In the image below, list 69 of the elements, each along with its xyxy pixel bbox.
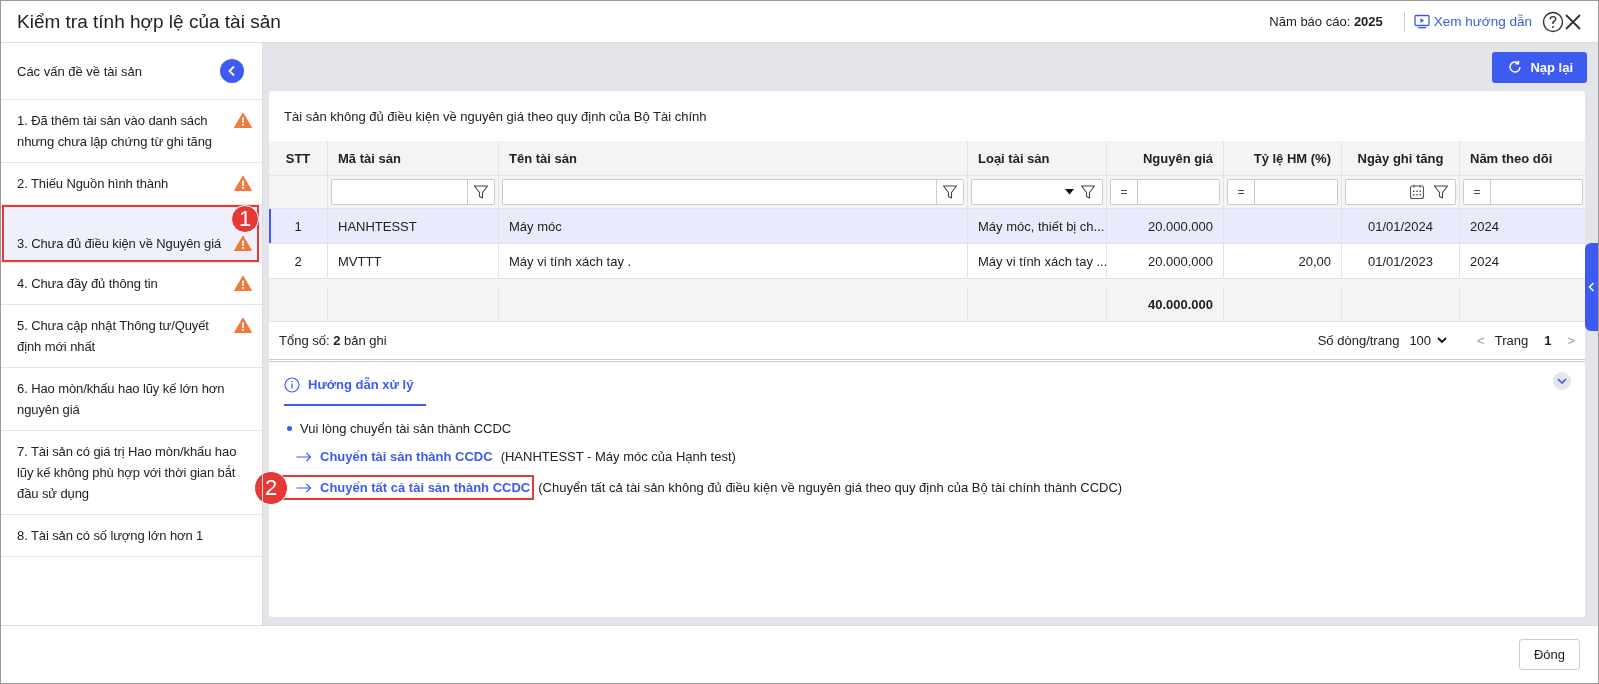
table-cell: 2024	[1470, 253, 1499, 269]
sidebar-title: Các vấn đề về tài sản	[17, 63, 143, 79]
reload-button[interactable]: Nạp lại	[1492, 51, 1587, 83]
filter-icon[interactable]	[1433, 184, 1449, 200]
sidebar-item[interactable]: 1. Đã thêm tài sản vào danh sách nhưng chưa lập chứng từ ghi tăng	[1, 99, 262, 162]
arrow-right-icon	[296, 451, 312, 462]
action-link[interactable]: Chuyển tất cả tài sản thành CCDC	[282, 475, 535, 500]
chevron-left-icon	[1588, 282, 1595, 292]
sidebar-item[interactable]: 6. Hao mòn/khấu hao lũy kế lớn hơn nguyên giá	[1, 367, 262, 430]
table-cell: 20.000.000	[1147, 218, 1213, 234]
refresh-icon	[1508, 60, 1523, 74]
filter-field[interactable]	[331, 179, 495, 205]
page-label: Trang	[1494, 333, 1529, 348]
sidebar-item[interactable]: 8. Tài sản có số lượng lớn hơn 1	[1, 514, 262, 557]
action-description: (Chuyển tất cả tài sản không đủ điều kiện về nguyên giá theo quy định của Bộ tài chính thành CCDC)	[538, 480, 1123, 495]
side-panel-handle[interactable]	[1585, 243, 1598, 331]
table-cell: 01/01/2024	[1367, 218, 1434, 234]
bullet-dot	[287, 426, 292, 431]
filter-icon[interactable]	[942, 184, 958, 200]
filter-field[interactable]: =	[1463, 179, 1583, 205]
collapse-button[interactable]	[220, 59, 244, 83]
step-marker: 2	[254, 470, 288, 505]
filter-icon[interactable]	[1080, 184, 1096, 200]
table-cell: 2	[294, 253, 302, 269]
table-cell: 20.000.000	[1147, 253, 1213, 269]
arrow-right-icon	[296, 482, 312, 493]
filter-field[interactable]	[502, 179, 964, 205]
page-number: 1	[1544, 333, 1552, 348]
window-title: Kiểm tra tính hợp lệ của tài sản	[17, 10, 282, 33]
table-cell: 1	[294, 218, 302, 234]
action-link[interactable]: Chuyển tài sản thành CCDC	[282, 447, 497, 466]
table-cell: Máy vi tính xách tay .	[509, 253, 632, 269]
calendar-icon[interactable]	[1409, 184, 1425, 200]
table-cell: Máy móc	[509, 218, 562, 234]
table-row[interactable]: 1 HANHTESST Máy móc Máy móc, thiết bị ch... 20.000.000 01/01/2024 2024	[269, 209, 1585, 244]
close-icon[interactable]	[1564, 12, 1582, 31]
help-icon[interactable]	[1542, 10, 1564, 33]
action-description: (HANHTESST - Máy móc của Hạnh test)	[500, 449, 736, 464]
guide-link[interactable]: Xem hướng dẫn	[1433, 14, 1532, 29]
page-size-label: Số dòng/trang	[1317, 333, 1400, 348]
chevron-down-icon	[1557, 377, 1567, 385]
guide-text: Vui lòng chuyển tài sản thành CCDC	[300, 421, 512, 436]
table-cell: 01/01/2023	[1367, 253, 1434, 269]
table-cell: Máy vi tính xách tay ...	[978, 253, 1106, 269]
table-cell: MVTTT	[338, 253, 382, 269]
video-icon	[1413, 14, 1430, 29]
report-year: Năm báo cáo: 2025	[1269, 14, 1383, 29]
expand-button[interactable]	[1553, 372, 1571, 390]
table-cell	[269, 287, 328, 322]
caret-down-icon	[1065, 189, 1074, 195]
total-cell: 40.000.000	[1147, 296, 1213, 312]
table-cell: HANHTESST	[338, 218, 417, 234]
filter-icon[interactable]	[473, 184, 489, 200]
chevron-down-icon	[1437, 337, 1448, 344]
table-cell: 2024	[1470, 218, 1499, 234]
filter-field[interactable]: =	[1110, 179, 1220, 205]
sidebar-item[interactable]: 4. Chưa đầy đủ thông tin	[1, 262, 262, 304]
date-filter-field[interactable]	[1345, 179, 1456, 205]
page-size-select[interactable]: 100	[1409, 333, 1448, 348]
filter-field[interactable]: =	[1227, 179, 1338, 205]
chevron-left-icon	[227, 65, 237, 77]
table-cell: Máy móc, thiết bị ch...	[978, 218, 1105, 234]
close-button[interactable]: Đóng	[1518, 639, 1580, 670]
sidebar-item[interactable]: 5. Chưa cập nhật Thông tư/Quyết định mới nhất	[1, 304, 262, 367]
record-count: Tổng số: 2 bản ghi	[279, 333, 388, 348]
info-icon	[284, 376, 300, 393]
table-title: Tài sản không đủ điều kiện về nguyên giá theo quy định của Bộ Tài chính	[284, 108, 707, 124]
table-cell: 20,00	[1298, 253, 1331, 269]
guide-tab[interactable]: Hướng dẫn xử lý	[284, 365, 427, 406]
